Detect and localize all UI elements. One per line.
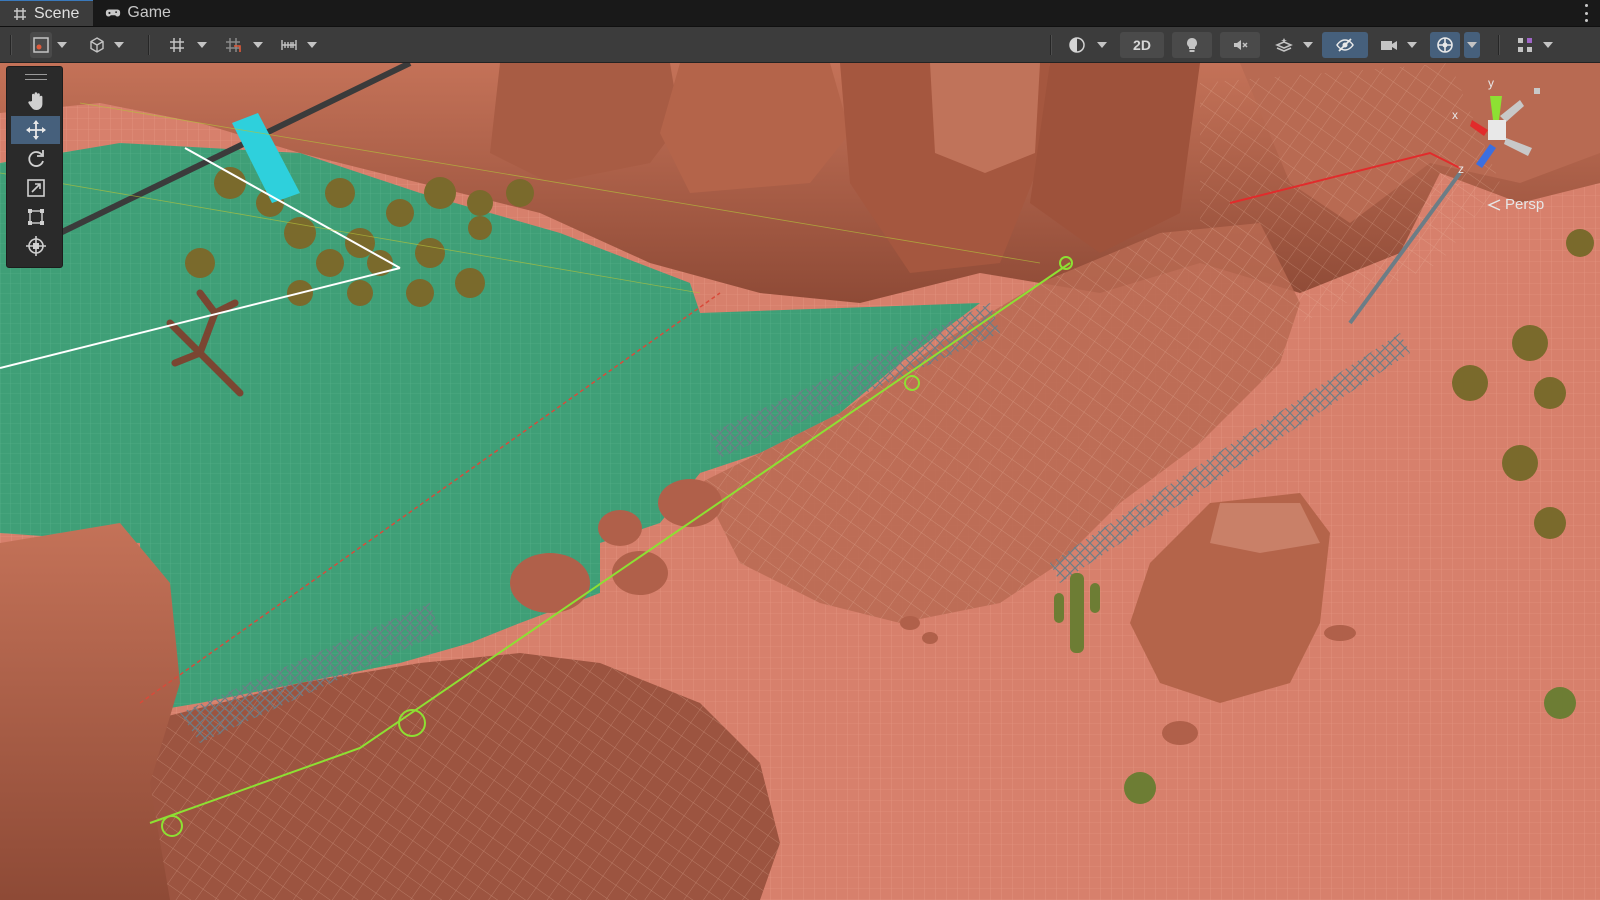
rock-pillar-top [1210, 503, 1320, 553]
scene-visibility-button[interactable] [1322, 32, 1368, 58]
move-arrows-icon [25, 120, 46, 140]
tab-scene-label: Scene [34, 4, 80, 22]
projection-label: Persp [1505, 196, 1545, 213]
camera-icon [1381, 41, 1397, 50]
orientation-gizmo[interactable]: y x z [1440, 76, 1580, 201]
window-tab-bar: Scene Game [0, 0, 1600, 27]
grid-icon [170, 38, 184, 52]
grid-hash-icon [14, 7, 26, 20]
overlay-menu-button[interactable] [1514, 32, 1536, 58]
eye-hidden-icon [1336, 38, 1354, 52]
tab-scene[interactable]: Scene [0, 0, 94, 26]
tab-game-label: Game [127, 3, 171, 21]
cube-icon [90, 37, 104, 53]
grid-dropdown[interactable] [194, 32, 210, 58]
scene-viewport[interactable] [0, 63, 1600, 900]
move-tool-button[interactable] [11, 116, 60, 144]
lighting-toggle-button[interactable] [1172, 32, 1212, 58]
scene-camera-button[interactable] [1378, 32, 1400, 58]
toolbar-separator [148, 35, 150, 55]
axis-y-label: y [1488, 76, 1494, 90]
overlay-drag-handle[interactable] [25, 74, 47, 80]
overlay-grid-icon [1518, 38, 1532, 52]
audio-toggle-button[interactable] [1220, 32, 1260, 58]
view-2d-label: 2D [1133, 37, 1151, 53]
increment-snapping-button[interactable] [278, 32, 300, 58]
toolbar-separator [1498, 35, 1500, 55]
more-options-icon[interactable] [1580, 4, 1592, 22]
shading-sphere-icon [1069, 37, 1085, 53]
pivot-dropdown[interactable] [54, 32, 70, 58]
projection-toggle[interactable]: Persp [1487, 196, 1544, 213]
grid-snapping-dropdown[interactable] [250, 32, 266, 58]
draw-mode-dropdown[interactable] [1094, 32, 1110, 58]
tool-handle-rotation-button[interactable] [86, 32, 108, 58]
rotate-icon [27, 150, 44, 167]
axis-z-label: z [1458, 162, 1464, 176]
mesa-rock-highlight [930, 63, 1040, 173]
gizmos-dropdown[interactable] [1464, 32, 1480, 58]
rect-transform-icon [27, 209, 44, 225]
speaker-muted-icon [1234, 40, 1248, 50]
axis-gizmo-icon [1440, 79, 1540, 168]
transform-tool-button[interactable] [11, 232, 60, 260]
draw-mode-button[interactable] [1066, 32, 1088, 58]
effects-button[interactable] [1268, 32, 1300, 58]
tools-overlay [6, 66, 63, 268]
overlay-menu-dropdown[interactable] [1540, 32, 1556, 58]
hand-tool-button[interactable] [11, 87, 60, 115]
tab-game[interactable]: Game [93, 0, 185, 26]
pivot-icon [33, 37, 49, 53]
hand-icon [27, 92, 42, 110]
scene-render[interactable] [0, 63, 1600, 900]
toolbar-separator [10, 35, 12, 55]
toolbar-separator [1050, 35, 1052, 55]
axis-x-label: x [1452, 108, 1458, 122]
grid-snap-icon [226, 38, 241, 52]
ruler-icon [281, 40, 297, 50]
grid-snapping-button[interactable] [222, 32, 244, 58]
global-local-dropdown[interactable] [111, 32, 127, 58]
light-bulb-icon [1187, 38, 1197, 52]
transform-all-icon [25, 236, 46, 256]
rotate-tool-button[interactable] [11, 145, 60, 173]
perspective-icon [1487, 198, 1501, 211]
scale-icon [26, 179, 45, 197]
effects-dropdown[interactable] [1300, 32, 1316, 58]
view-2d-button[interactable]: 2D [1120, 32, 1164, 58]
gizmos-button[interactable] [1430, 32, 1460, 58]
gizmo-globe-icon [1437, 37, 1453, 53]
effects-layers-icon [1275, 38, 1293, 52]
grid-visibility-button[interactable] [166, 32, 188, 58]
scale-tool-button[interactable] [11, 174, 60, 202]
rect-tool-button[interactable] [11, 203, 60, 231]
scene-toolbar: 2D [0, 27, 1600, 63]
tool-handle-position-button[interactable] [30, 32, 52, 58]
gamepad-icon [106, 8, 121, 17]
left-cliff-rock [0, 523, 180, 900]
scene-camera-dropdown[interactable] [1404, 32, 1420, 58]
increment-snapping-dropdown[interactable] [304, 32, 320, 58]
